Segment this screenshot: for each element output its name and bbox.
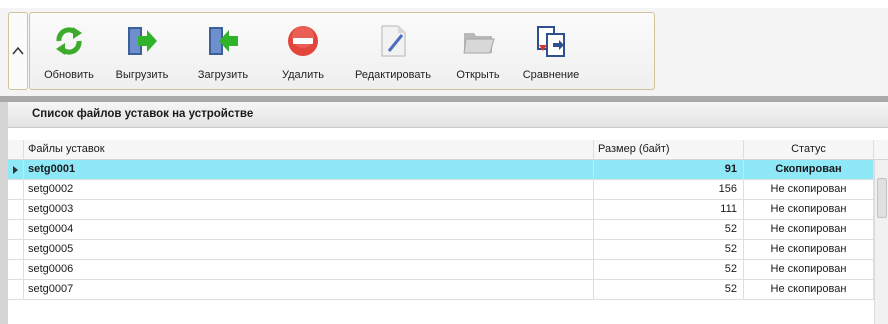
open-folder-icon <box>463 33 495 54</box>
table-row[interactable]: setg0006 52 Не скопирован <box>8 260 888 280</box>
table-row[interactable]: setg0005 52 Не скопирован <box>8 240 888 260</box>
file-size-cell[interactable]: 111 <box>594 200 744 219</box>
file-status-cell[interactable]: Не скопирован <box>744 260 874 279</box>
column-header-status[interactable]: Статус <box>744 140 874 159</box>
upload-button[interactable]: Выгрузить <box>102 13 182 89</box>
file-status-cell[interactable]: Не скопирован <box>744 200 874 219</box>
file-status-cell[interactable]: Скопирован <box>744 160 874 179</box>
vertical-scrollbar[interactable] <box>874 160 888 324</box>
edit-label: Редактировать <box>355 69 431 81</box>
row-indicator <box>8 280 24 299</box>
row-pointer-icon <box>13 166 18 174</box>
compare-icon <box>537 26 565 57</box>
refresh-label: Обновить <box>44 69 94 81</box>
collapse-ribbon-button[interactable] <box>8 12 28 90</box>
file-status-cell[interactable]: Не скопирован <box>744 240 874 259</box>
panel-header: Список файлов уставок на устройстве <box>8 102 888 128</box>
window-top-strip <box>0 0 888 8</box>
file-name-cell[interactable]: setg0003 <box>24 200 594 219</box>
file-size-cell[interactable]: 52 <box>594 220 744 239</box>
file-name-cell[interactable]: setg0006 <box>24 260 594 279</box>
chevron-up-icon <box>12 46 24 55</box>
row-indicator <box>8 160 24 179</box>
file-name-cell[interactable]: setg0007 <box>24 280 594 299</box>
row-indicator <box>8 220 24 239</box>
compare-button[interactable]: Сравнение <box>511 13 591 89</box>
left-margin-bar <box>0 102 8 324</box>
download-label: Загрузить <box>197 69 249 81</box>
refresh-button[interactable]: Обновить <box>36 13 102 89</box>
file-name-cell[interactable]: setg0001 <box>24 160 594 179</box>
scrollbar-thumb[interactable] <box>877 178 887 218</box>
panel-title: Список файлов уставок на устройстве <box>32 108 254 120</box>
file-status-cell[interactable]: Не скопирован <box>744 220 874 239</box>
file-size-cell[interactable]: 156 <box>594 180 744 199</box>
open-button[interactable]: Открыть <box>445 13 511 89</box>
upload-label: Выгрузить <box>115 69 169 81</box>
file-name-cell[interactable]: setg0002 <box>24 180 594 199</box>
file-status-cell[interactable]: Не скопирован <box>744 280 874 299</box>
file-size-cell[interactable]: 52 <box>594 280 744 299</box>
download-button[interactable]: Загрузить <box>183 13 263 89</box>
table-row[interactable]: setg0001 91 Скопирован <box>8 160 888 180</box>
table-header-row: Файлы уставок Размер (байт) Статус <box>8 140 888 160</box>
table-row[interactable]: setg0003 111 Не скопирован <box>8 200 888 220</box>
table-row[interactable]: setg0007 52 Не скопирован <box>8 280 888 300</box>
ribbon: Обновить Выгрузить Загрузить Удалить Ред… <box>0 8 888 96</box>
delete-button[interactable]: Удалить <box>267 13 339 89</box>
refresh-icon <box>56 27 82 55</box>
edit-button[interactable]: Редактировать <box>343 13 443 89</box>
open-label: Открыть <box>456 69 500 81</box>
table-row[interactable]: setg0002 156 Не скопирован <box>8 180 888 200</box>
upload-icon <box>128 27 157 55</box>
file-size-cell[interactable]: 52 <box>594 260 744 279</box>
file-size-cell[interactable]: 91 <box>594 160 744 179</box>
toolbar: Обновить Выгрузить Загрузить Удалить Ред… <box>29 12 655 90</box>
header-indicator-cell <box>8 140 24 159</box>
edit-icon <box>381 25 406 57</box>
file-size-cell[interactable]: 52 <box>594 240 744 259</box>
file-name-cell[interactable]: setg0005 <box>24 240 594 259</box>
download-icon <box>209 27 238 55</box>
delete-label: Удалить <box>282 69 324 81</box>
column-header-size[interactable]: Размер (байт) <box>594 140 744 159</box>
column-header-files[interactable]: Файлы уставок <box>24 140 594 159</box>
compare-label: Сравнение <box>522 69 580 81</box>
delete-icon <box>288 26 318 56</box>
row-indicator <box>8 260 24 279</box>
row-indicator <box>8 240 24 259</box>
file-name-cell[interactable]: setg0004 <box>24 220 594 239</box>
row-indicator <box>8 180 24 199</box>
row-indicator <box>8 200 24 219</box>
table-row[interactable]: setg0004 52 Не скопирован <box>8 220 888 240</box>
file-status-cell[interactable]: Не скопирован <box>744 180 874 199</box>
